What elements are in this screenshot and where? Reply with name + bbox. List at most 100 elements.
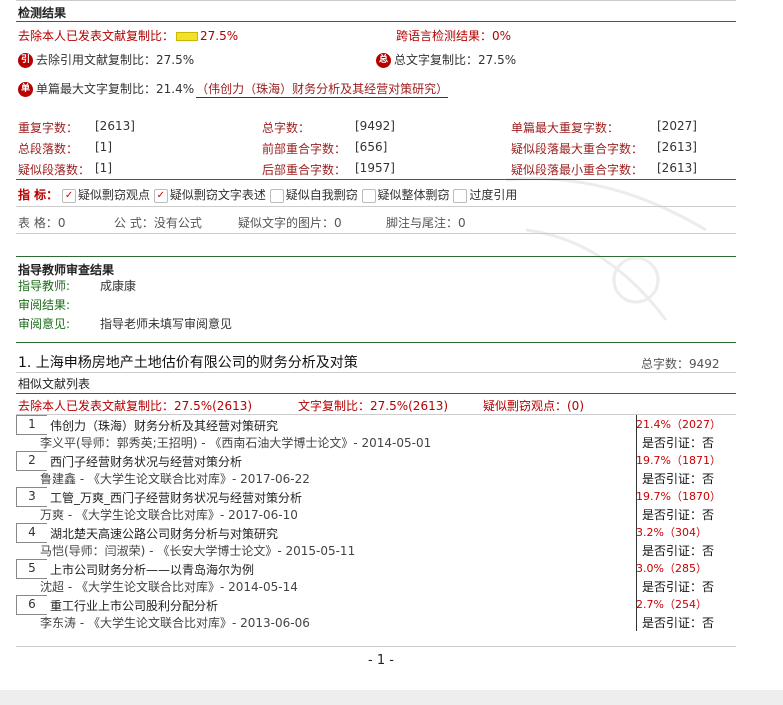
doc-title[interactable]: 西门子经营财务状况与经营对策分析 [50,453,242,470]
doc-source: 马恺(导师：闫淑荣) - 《长安大学博士论文》- 2015-05-11 [40,544,356,558]
stat-value: [9492] [355,119,395,133]
max-ratio-doc-link[interactable]: （伟创力（珠海）财务分析及其经营对策研究） [196,82,449,98]
doc-percent: 3.2%（304） [636,526,707,539]
indicator-checkbox[interactable]: 疑似自我剽窃 [269,188,358,203]
stat-label: 总字数： [262,121,311,135]
misc-images: 疑似文字的图片：0 [238,216,342,230]
total-ratio-label: 总文字复制比： [394,53,479,67]
doc-title[interactable]: 工管_万爽_西门子经营财务状况与经营对策分析 [50,489,302,506]
doc-percent: 19.7%（1871） [636,454,721,467]
checkbox-checked-icon: ✓ [62,188,77,203]
indicator-text: 疑似自我剽窃 [285,188,358,202]
detection-divider [16,21,736,22]
indicator-checkbox[interactable]: ✓ 疑似剽窃文字表述 [153,188,266,203]
teacher-value: 成康康 [100,279,137,293]
doc-title[interactable]: 重工行业上市公司股利分配分析 [50,597,218,614]
doc-citation: 是否引证：否 [642,436,715,450]
opinion-label: 审阅意见: [18,317,71,331]
section-word: 文字复制比：27.5%(2613) [298,399,449,413]
report-page: 检测结果 去除本人已发表文献复制比： 27.5% 跨语言检测结果：0% 引去除引用… [16,0,736,690]
stat-label: 后部重合字数： [262,163,347,177]
excl-ratio: 去除本人已发表文献复制比： 27.5% [18,27,238,44]
stat-label: 总段落数： [18,142,79,156]
indicator-text: 疑似剽窃文字表述 [169,188,266,202]
doc-percent: 3.0%（285） [636,562,707,575]
doc-title[interactable]: 伟创力（珠海）财务分析及其经营对策研究 [50,417,278,434]
page-number: - 1 - [368,653,394,668]
doc-number: 1 [16,415,47,435]
similar-list-title: 相似文献列表 [18,377,91,391]
max-ratio: 单单篇最大文字复制比：21.4% （伟创力（珠海）财务分析及其经营对策研究） [18,80,449,98]
similar-doc-row[interactable]: 1 伟创力（珠海）财务分析及其经营对策研究 李义平(导师：郭秀英;王招明) - … [16,415,736,451]
doc-title[interactable]: 湖北楚天高速公路公司财务分析与对策研究 [50,525,278,542]
excl-ratio-value: 27.5% [200,29,239,43]
stat-value: [2613] [657,140,697,154]
misc-formula: 公 式：没有公式 [114,216,202,230]
indicator-divider-top [16,179,736,180]
max-ratio-label: 单篇最大文字复制比： [36,82,157,96]
stat-label: 疑似段落最小重合字数： [511,163,644,177]
section-plag: 疑似剽窃观点：(0) [483,399,584,413]
doc-source: 李义平(导师：郭秀英;王招明) - 《西南石油大学博士论文》- 2014-05-… [40,436,432,450]
section-title: 1. 上海申杨房地产土地估价有限公司的财务分析及对策 [18,355,358,371]
checkbox-checked-icon: ✓ [153,188,168,203]
doc-source: 沈超 - 《大学生论文联合比对库》- 2014-05-14 [40,580,298,594]
indicator-checkbox[interactable]: 过度引用 [453,188,517,203]
doc-citation: 是否引证：否 [642,508,715,522]
indicator-row: 指 标： ✓ 疑似剽窃观点 ✓ 疑似剽窃文字表述 疑似自我剽窃 疑似整体剽窃 过度引… [18,186,517,203]
summary-divider [16,393,736,394]
doc-percent: 19.7%（1870） [636,490,721,503]
list-bottom-divider [16,646,736,647]
doc-source: 鲁建鑫 - 《大学生论文联合比对库》- 2017-06-22 [40,472,310,486]
cite-icon: 引 [18,53,33,68]
doc-title[interactable]: 上市公司财务分析——以青岛海尔为例 [50,561,254,578]
misc-notes: 脚注与尾注：0 [386,216,466,230]
similar-doc-row[interactable]: 3 工管_万爽_西门子经营财务状况与经营对策分析 万爽 - 《大学生论文联合比对… [16,487,736,523]
cross-lang-result: 跨语言检测结果：0% [396,27,511,44]
doc-number: 2 [16,451,47,471]
indicator-checkbox[interactable]: ✓ 疑似剽窃观点 [62,188,151,203]
teacher-label: 指导教师: [18,279,71,293]
indicator-text: 疑似剽窃观点 [78,188,151,202]
section-divider-2 [16,372,736,373]
opinion-value: 指导老师未填写审阅意见 [100,317,233,331]
doc-number: 5 [16,559,47,579]
checkbox-empty-icon [269,188,284,203]
section-divider [16,342,736,343]
misc-table: 表 格：0 [18,216,66,230]
doc-percent: 2.7%（254） [636,598,707,611]
stat-value: [1] [95,140,112,154]
checkbox-empty-icon [453,188,468,203]
stat-value: [2027] [657,119,697,133]
misc-divider-top [16,206,736,207]
total-icon: 总 [376,53,391,68]
doc-citation: 是否引证：否 [642,616,715,630]
cite-ratio: 引去除引用文献复制比：27.5% [18,51,194,68]
doc-percent: 21.4%（2027） [636,418,721,431]
review-label: 审阅结果: [18,298,71,312]
similar-doc-row[interactable]: 2 西门子经营财务状况与经营对策分析 鲁建鑫 - 《大学生论文联合比对库》- 2… [16,451,736,487]
similar-doc-row[interactable]: 6 重工行业上市公司股利分配分析 李东涛 - 《大学生论文联合比对库》- 201… [16,595,736,631]
excl-ratio-label: 去除本人已发表文献复制比： [18,29,175,43]
stat-label: 重复字数： [18,121,79,135]
doc-number: 3 [16,487,47,507]
advisor-divider [16,256,736,257]
max-ratio-value: 21.4% [156,82,195,96]
doc-source: 李东涛 - 《大学生论文联合比对库》- 2013-06-06 [40,616,310,630]
similar-doc-row[interactable]: 5 上市公司财务分析——以青岛海尔为例 沈超 - 《大学生论文联合比对库》- 2… [16,559,736,595]
doc-citation: 是否引证：否 [642,580,715,594]
advisor-title: 指导教师审查结果 [18,263,115,277]
section-excl: 去除本人已发表文献复制比：27.5%(2613) [18,399,253,413]
stat-value: [1] [95,161,112,175]
viewer-bottom-bar [0,690,783,705]
indicator-checkbox[interactable]: 疑似整体剽窃 [361,188,450,203]
doc-number: 6 [16,595,47,615]
doc-number: 4 [16,523,47,543]
stat-label: 单篇最大重复字数： [511,121,620,135]
similar-doc-row[interactable]: 4 湖北楚天高速公路公司财务分析与对策研究 马恺(导师：闫淑荣) - 《长安大学… [16,523,736,559]
indicator-text: 疑似整体剽窃 [377,188,450,202]
total-ratio-value: 27.5% [478,53,517,67]
stat-value: [2613] [95,119,135,133]
doc-citation: 是否引证：否 [642,472,715,486]
top-divider [16,0,736,1]
